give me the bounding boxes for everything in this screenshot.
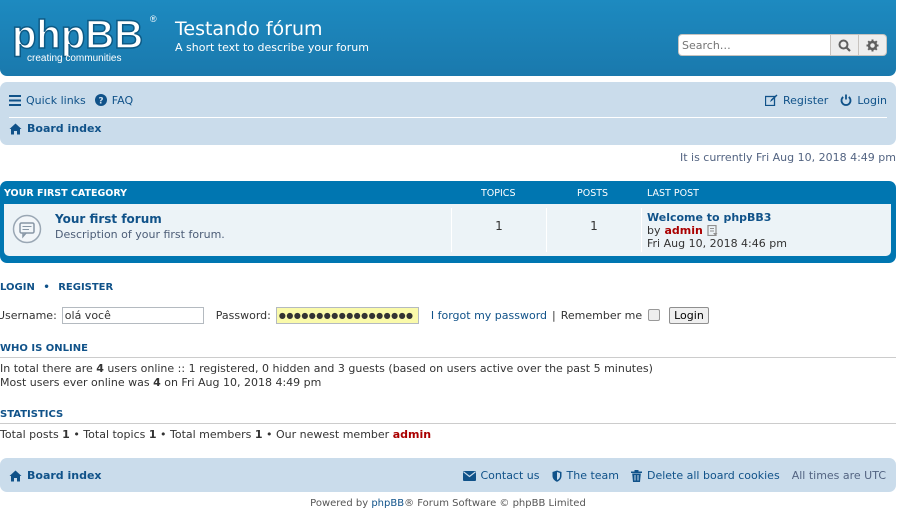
login-button[interactable]: Login bbox=[669, 306, 709, 324]
svg-text:?: ? bbox=[98, 97, 103, 107]
forgot-password-link[interactable]: I forgot my password bbox=[431, 309, 547, 322]
phpbb-link[interactable]: phpBB bbox=[371, 498, 404, 509]
svg-text:®: ® bbox=[150, 14, 157, 24]
last-post-author-link[interactable]: admin bbox=[665, 224, 703, 237]
column-divider bbox=[641, 208, 642, 252]
the-team-label: The team bbox=[566, 469, 620, 482]
total-members: 1 bbox=[254, 428, 263, 441]
login-heading-link[interactable]: LOGIN bbox=[0, 282, 35, 293]
total-topics: 1 bbox=[148, 428, 157, 441]
last-post-by-label: by bbox=[647, 224, 661, 237]
username-label: Username: bbox=[0, 308, 57, 322]
footer-board-index-label: Board index bbox=[27, 469, 102, 482]
remember-me-checkbox[interactable] bbox=[648, 309, 661, 321]
search-box bbox=[678, 34, 887, 56]
footer-navbar: Board index Contact us The team Delete a… bbox=[0, 458, 896, 492]
topics-count: 1 bbox=[495, 219, 503, 233]
site-description: A short text to describe your forum bbox=[175, 41, 369, 54]
password-field[interactable]: ●●●●●●●●●●●●●●●●●● bbox=[275, 306, 419, 324]
quick-links-label: Quick links bbox=[26, 93, 86, 107]
power-icon bbox=[840, 94, 852, 106]
login-label: Login bbox=[857, 93, 887, 107]
contact-us-label: Contact us bbox=[480, 469, 540, 482]
heading-bullet: • bbox=[43, 282, 50, 293]
forum-description: Description of your first forum. bbox=[55, 228, 225, 241]
envelope-icon bbox=[462, 470, 476, 481]
password-label: Password: bbox=[215, 308, 271, 322]
separator: | bbox=[552, 308, 556, 322]
last-post-date: Fri Aug 10, 2018 4:46 pm bbox=[647, 237, 787, 250]
phpbb-logo[interactable]: phpBB creating communities ® bbox=[12, 12, 162, 64]
question-circle-icon: ? bbox=[94, 94, 107, 107]
copyright-line: Powered by phpBB® Forum Software © phpBB… bbox=[310, 498, 586, 509]
logo-tagline: creating communities bbox=[27, 53, 121, 64]
board-index-label: Board index bbox=[27, 122, 102, 135]
faq-link[interactable]: ? FAQ bbox=[94, 93, 134, 107]
newest-member-link[interactable]: admin bbox=[393, 428, 431, 441]
edit-icon bbox=[765, 94, 778, 106]
online-summary: In total there are 4 users online :: 1 r… bbox=[0, 362, 653, 375]
search-icon bbox=[838, 39, 851, 52]
current-time: It is currently Fri Aug 10, 2018 4:49 pm bbox=[679, 151, 896, 164]
who-is-online-heading[interactable]: WHO IS ONLINE bbox=[0, 343, 896, 358]
quick-login-form: Username: Password: ●●●●●●●●●●●●●●●●●● I… bbox=[0, 305, 709, 325]
site-title: Testando fórum bbox=[175, 18, 323, 40]
login-link[interactable]: Login bbox=[840, 94, 887, 107]
topics-header: TOPICS bbox=[481, 188, 516, 199]
view-latest-post-icon[interactable] bbox=[707, 225, 718, 236]
forum-category-box: YOUR FIRST CATEGORY TOPICS POSTS LAST PO… bbox=[0, 181, 896, 263]
faq-label: FAQ bbox=[111, 93, 134, 107]
hamburger-icon bbox=[9, 94, 21, 106]
column-divider bbox=[546, 208, 547, 252]
record-count: 4 bbox=[153, 376, 161, 389]
register-label: Register bbox=[783, 93, 829, 107]
shield-icon bbox=[552, 470, 561, 482]
navbar: Quick links ? FAQ Register Login Board i… bbox=[0, 82, 896, 145]
last-post-title-link[interactable]: Welcome to phpBB3 bbox=[647, 211, 771, 224]
total-posts: 1 bbox=[62, 428, 70, 441]
search-input[interactable] bbox=[678, 34, 831, 56]
delete-cookies-link[interactable]: Delete all board cookies bbox=[631, 469, 780, 482]
login-heading: LOGIN • REGISTER bbox=[0, 282, 113, 293]
forum-read-icon bbox=[12, 214, 42, 244]
forum-title-link[interactable]: Your first forum bbox=[55, 212, 162, 226]
remember-me-label: Remember me bbox=[560, 308, 643, 322]
posts-count: 1 bbox=[590, 219, 598, 233]
username-field[interactable] bbox=[61, 306, 204, 324]
gear-icon bbox=[866, 39, 879, 51]
posts-header: POSTS bbox=[577, 188, 609, 199]
footer-board-index-link[interactable]: Board index bbox=[9, 469, 102, 482]
logo-text: phpBB bbox=[12, 13, 143, 57]
last-post-author-line: by admin bbox=[647, 224, 718, 237]
most-online-record: Most users ever online was 4 on Fri Aug … bbox=[0, 376, 322, 389]
trash-icon bbox=[631, 469, 642, 482]
register-heading-link[interactable]: REGISTER bbox=[58, 282, 113, 293]
last-post-header: LAST POST bbox=[647, 188, 699, 199]
column-divider bbox=[451, 208, 452, 252]
home-icon bbox=[9, 470, 22, 481]
search-button[interactable] bbox=[831, 34, 859, 56]
site-header: phpBB creating communities ® Testando fó… bbox=[0, 0, 896, 76]
statistics-line: Total posts 1 • Total topics 1 • Total m… bbox=[0, 428, 432, 441]
timezone-note: All times are UTC bbox=[791, 469, 886, 482]
the-team-link[interactable]: The team bbox=[552, 469, 620, 482]
category-title[interactable]: YOUR FIRST CATEGORY bbox=[4, 188, 127, 199]
register-link[interactable]: Register bbox=[765, 94, 828, 107]
home-icon bbox=[9, 123, 22, 134]
contact-us-link[interactable]: Contact us bbox=[462, 469, 540, 482]
forum-row: Your first forum Description of your fir… bbox=[4, 204, 891, 256]
delete-cookies-label: Delete all board cookies bbox=[647, 469, 780, 482]
statistics-heading: STATISTICS bbox=[0, 409, 896, 424]
quick-links-menu[interactable]: Quick links bbox=[9, 94, 86, 107]
advanced-search-button[interactable] bbox=[859, 34, 887, 56]
online-count: 4 bbox=[96, 362, 104, 375]
breadcrumb-board-index[interactable]: Board index bbox=[9, 122, 102, 135]
navbar-divider bbox=[9, 117, 887, 118]
